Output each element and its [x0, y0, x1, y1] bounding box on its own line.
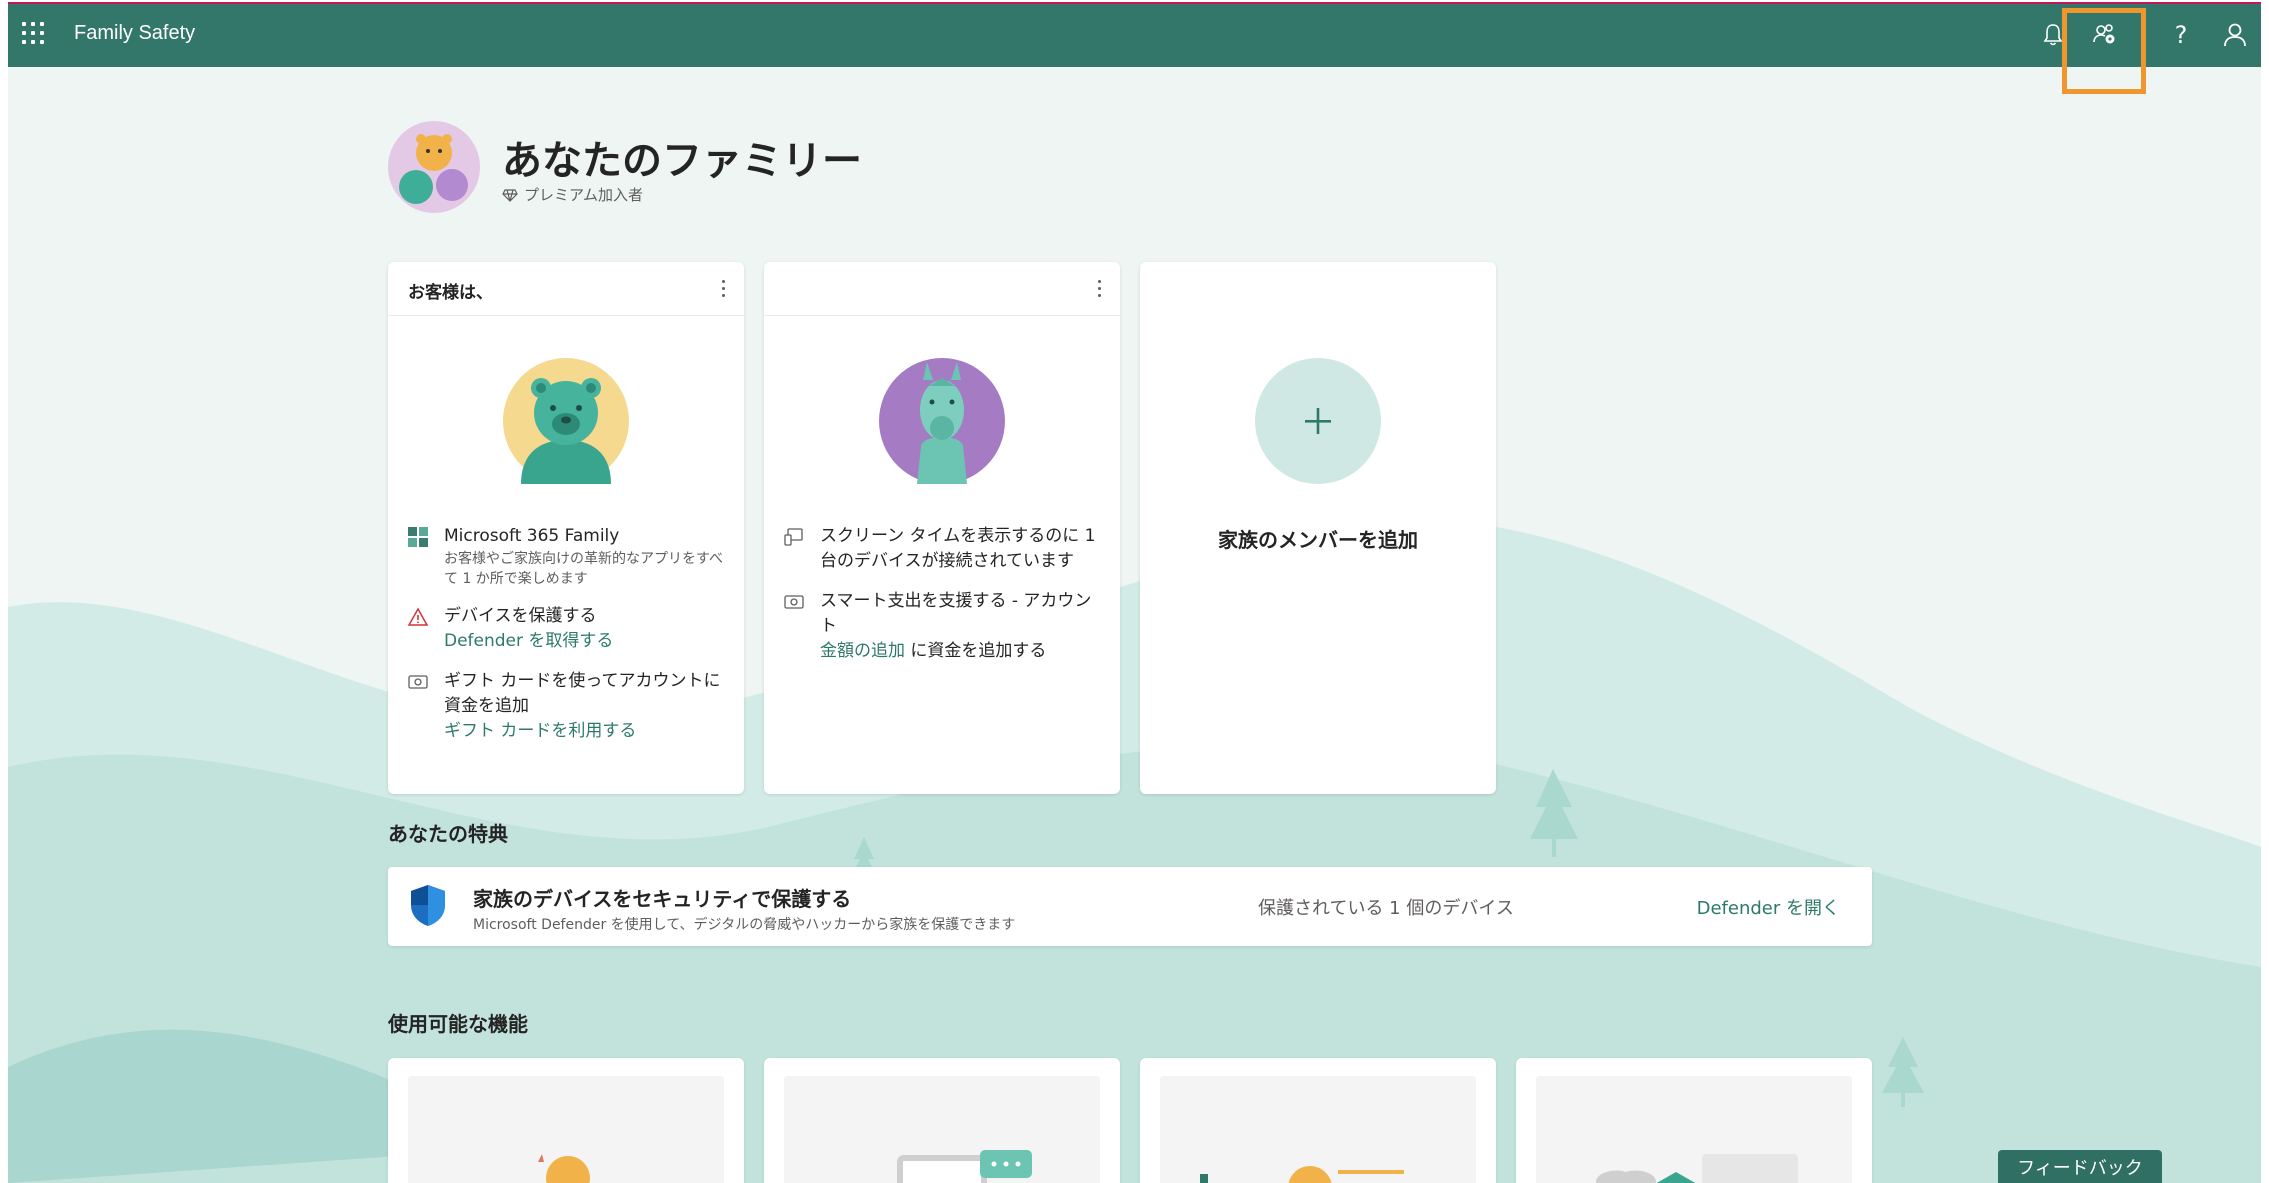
banner-title: 家族のデバイスをセキュリティで保護する — [473, 887, 852, 911]
feature-illustration — [408, 1076, 724, 1183]
feature-title: ギフト カードを使ってアカウントに資金を追加 — [444, 671, 721, 716]
family-avatar — [388, 121, 480, 213]
member-card-self[interactable]: お客様は、 Microsoft 365 Family お客様やご家族向けの革新的… — [388, 262, 744, 794]
feature-title: デバイスを保護する — [444, 606, 597, 626]
feature-subtitle: お客様やご家族向けの革新的なアプリをすべて 1 か所で楽しめます — [444, 551, 724, 587]
highlight-box — [2062, 8, 2146, 94]
feature-card-3[interactable] — [1140, 1058, 1496, 1183]
feature-title: Microsoft 365 Family — [444, 526, 620, 546]
app-title[interactable]: Family Safety — [74, 22, 195, 45]
defender-banner: 家族のデバイスをセキュリティで保護する Microsoft Defender を… — [388, 867, 1872, 946]
diamond-icon — [502, 188, 518, 202]
page-title: あなたのファミリー — [502, 138, 862, 184]
help-icon[interactable]: ? — [2166, 20, 2196, 50]
redeem-gift-card-link[interactable]: ギフト カードを利用する — [444, 719, 728, 744]
card-header — [764, 262, 1120, 316]
premium-badge: プレミアム加入者 — [502, 184, 643, 205]
account-icon[interactable] — [2220, 20, 2250, 50]
feature-card-2[interactable] — [764, 1058, 1120, 1183]
feature-screen-time: スクリーン タイムを表示するのに 1 台のデバイスが接続されています — [784, 524, 1104, 574]
more-options-icon[interactable] — [1096, 276, 1102, 300]
add-member-card[interactable]: 家族のメンバーを追加 — [1140, 262, 1496, 794]
feature-card-4[interactable] — [1516, 1058, 1872, 1183]
feature-illustration — [1536, 1076, 1852, 1183]
device-icon — [784, 528, 803, 546]
money-icon — [784, 595, 804, 609]
top-nav-bar: Family Safety ? — [8, 4, 2261, 67]
app-frame: Family Safety ? あなたのファミリー プレミアム加入者 お客様は、… — [8, 4, 2261, 1183]
more-options-icon[interactable] — [720, 276, 726, 300]
feature-defender: デバイスを保護する Defender を取得する — [408, 604, 728, 654]
feature-m365: Microsoft 365 Family お客様やご家族向けの革新的なアプリをす… — [408, 524, 728, 589]
protected-devices-count: 保護されている 1 個のデバイス — [1258, 898, 1514, 919]
feedback-button[interactable]: フィードバック — [1998, 1150, 2162, 1183]
benefits-section-title: あなたの特典 — [388, 822, 508, 846]
warning-icon — [408, 607, 428, 626]
add-member-label[interactable]: 家族のメンバーを追加 — [1140, 524, 1496, 553]
available-features-title: 使用可能な機能 — [388, 1012, 528, 1036]
open-defender-link[interactable]: Defender を開く — [1697, 894, 1840, 920]
member-card-child[interactable]: スクリーン タイムを表示するのに 1 台のデバイスが接続されています スマート支… — [764, 262, 1120, 794]
add-money-link[interactable]: 金額の追加 — [820, 641, 905, 661]
card-header: お客様は、 — [388, 262, 744, 316]
feature-card-1[interactable] — [388, 1058, 744, 1183]
bear-avatar — [503, 358, 629, 484]
banner-subtitle: Microsoft Defender を使用して、デジタルの脅威やハッカーから家… — [473, 917, 1016, 933]
add-member-button[interactable] — [1255, 358, 1381, 484]
feature-title: スクリーン タイムを表示するのに 1 台のデバイスが接続されています — [820, 526, 1096, 571]
llama-avatar — [879, 358, 1005, 484]
money-icon — [408, 675, 428, 689]
windows-icon — [408, 527, 428, 547]
background-hills — [8, 518, 2261, 1183]
feature-title: スマート支出を支援する - アカウント — [820, 591, 1092, 636]
feature-illustration — [784, 1076, 1100, 1183]
feature-illustration — [1160, 1076, 1476, 1183]
shield-icon — [411, 885, 445, 926]
waffle-icon[interactable] — [22, 22, 48, 48]
premium-label: プレミアム加入者 — [524, 186, 643, 204]
get-defender-link[interactable]: Defender を取得する — [444, 629, 728, 654]
feature-suffix: に資金を追加する — [905, 641, 1047, 661]
card-header-label: お客様は、 — [408, 283, 493, 303]
feature-smart-spending: スマート支出を支援する - アカウント 金額の追加 に資金を追加する — [784, 589, 1104, 664]
plus-icon — [1305, 408, 1331, 434]
feature-gift-card: ギフト カードを使ってアカウントに資金を追加 ギフト カードを利用する — [408, 669, 728, 744]
